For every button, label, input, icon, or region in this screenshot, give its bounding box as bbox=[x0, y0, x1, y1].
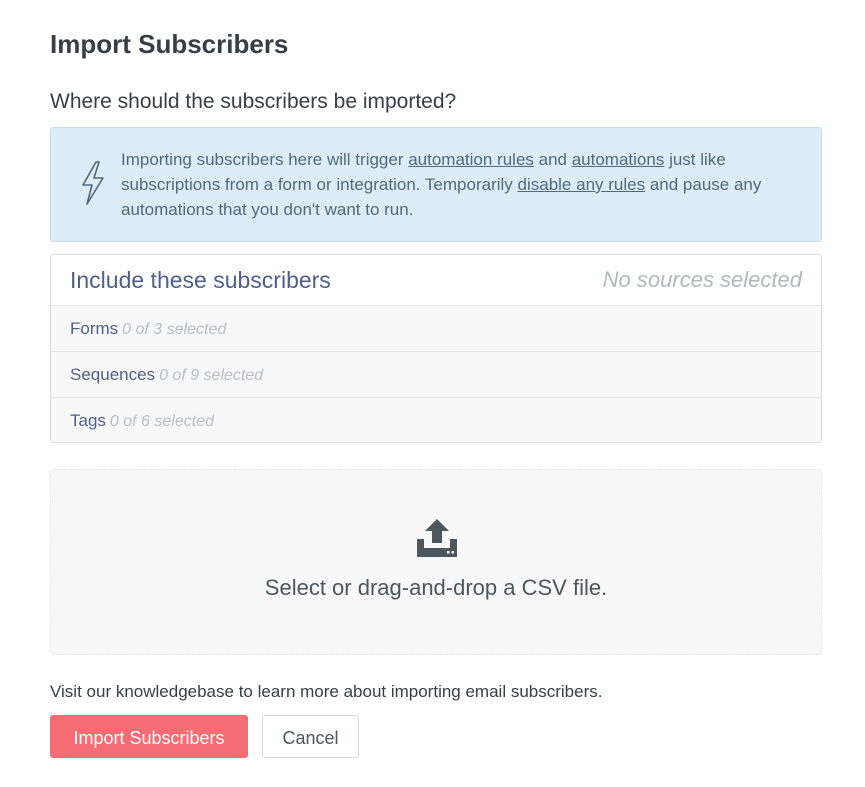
automation-warning-text: Importing subscribers here will trigger … bbox=[121, 150, 762, 219]
import-destination-heading: Where should the subscribers be imported… bbox=[50, 90, 457, 113]
source-row-tags[interactable]: Tags 0 of 6 selected bbox=[51, 398, 821, 442]
source-selector: Include these subscribers No sources sel… bbox=[50, 254, 822, 443]
cancel-button[interactable]: Cancel bbox=[262, 715, 359, 758]
source-row-label: Sequences 0 of 9 selected bbox=[70, 365, 264, 384]
source-row-label: Forms 0 of 3 selected bbox=[70, 319, 227, 338]
csv-dropzone[interactable]: Select or drag-and-drop a CSV file. bbox=[50, 469, 822, 655]
source-row-label: Tags 0 of 6 selected bbox=[70, 411, 214, 430]
source-selector-title: Include these subscribers bbox=[70, 267, 331, 293]
source-row-count: 0 of 9 selected bbox=[159, 367, 264, 384]
source-row-count: 0 of 3 selected bbox=[122, 321, 227, 338]
automation-warning-notice: Importing subscribers here will trigger … bbox=[50, 127, 822, 242]
source-row-forms[interactable]: Forms 0 of 3 selected bbox=[51, 306, 821, 352]
import-subscribers-button[interactable]: Import Subscribers bbox=[50, 715, 248, 758]
dropzone-label: Select or drag-and-drop a CSV file. bbox=[264, 575, 608, 600]
sources-selected-status: No sources selected bbox=[602, 267, 802, 292]
knowledgebase-note: Visit our knowledgebase to learn more ab… bbox=[50, 682, 603, 701]
source-row-sequences[interactable]: Sequences 0 of 9 selected bbox=[51, 352, 821, 398]
upload-icon bbox=[417, 519, 457, 557]
page-title: Import Subscribers bbox=[50, 29, 289, 59]
source-selector-header: Include these subscribers No sources sel… bbox=[51, 255, 821, 306]
automation-rules-link[interactable]: automation rules bbox=[408, 150, 534, 169]
automations-link[interactable]: automations bbox=[572, 150, 665, 169]
lightning-bolt-icon bbox=[82, 161, 104, 205]
disable-rules-link[interactable]: disable any rules bbox=[518, 175, 646, 194]
source-row-count: 0 of 6 selected bbox=[109, 413, 214, 430]
